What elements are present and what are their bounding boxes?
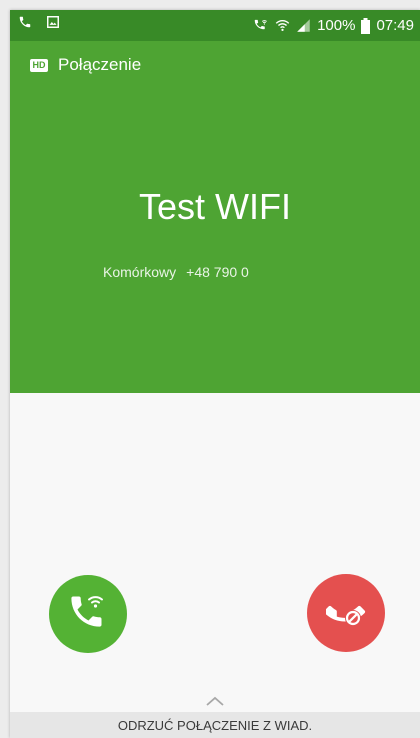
accept-call-button[interactable] bbox=[49, 575, 127, 653]
phone-screen: 100% 07:49 HD Połączenie Test WIFI Komór… bbox=[10, 10, 420, 738]
status-bar: 100% 07:49 bbox=[10, 10, 420, 41]
status-right: 100% 07:49 bbox=[253, 10, 414, 41]
image-icon bbox=[46, 15, 60, 34]
call-label-text: Połączenie bbox=[58, 55, 142, 74]
reject-with-message-label: ODRZUĆ POŁĄCZENIE Z WIAD. bbox=[117, 717, 313, 733]
clock: 07:49 bbox=[376, 17, 414, 34]
phone-block-icon bbox=[324, 591, 366, 636]
wifi-phone-icon bbox=[68, 592, 108, 637]
signal-icon bbox=[296, 18, 311, 33]
caller-number-line: Komórkowy +48 790 0 bbox=[103, 264, 249, 280]
wifi-icon bbox=[275, 18, 290, 33]
number-type: Komórkowy bbox=[103, 264, 177, 280]
battery-percent: 100% bbox=[317, 17, 356, 34]
status-left bbox=[18, 15, 60, 34]
chevron-up-icon bbox=[206, 693, 224, 711]
hd-badge: HD bbox=[30, 58, 48, 72]
call-label: HD Połączenie bbox=[30, 55, 141, 75]
reject-with-message-button[interactable]: ODRZUĆ POŁĄCZENIE Z WIAD. bbox=[10, 712, 420, 738]
decline-call-button[interactable] bbox=[307, 574, 385, 652]
battery-icon bbox=[361, 17, 371, 34]
phone-number: +48 790 0 bbox=[186, 264, 249, 280]
caller-name: Test WIFI bbox=[139, 186, 291, 227]
phone-icon bbox=[18, 15, 32, 34]
wifi-call-icon bbox=[253, 18, 269, 33]
caller-panel: HD Połączenie Test WIFI Komórkowy +48 79… bbox=[10, 41, 420, 393]
